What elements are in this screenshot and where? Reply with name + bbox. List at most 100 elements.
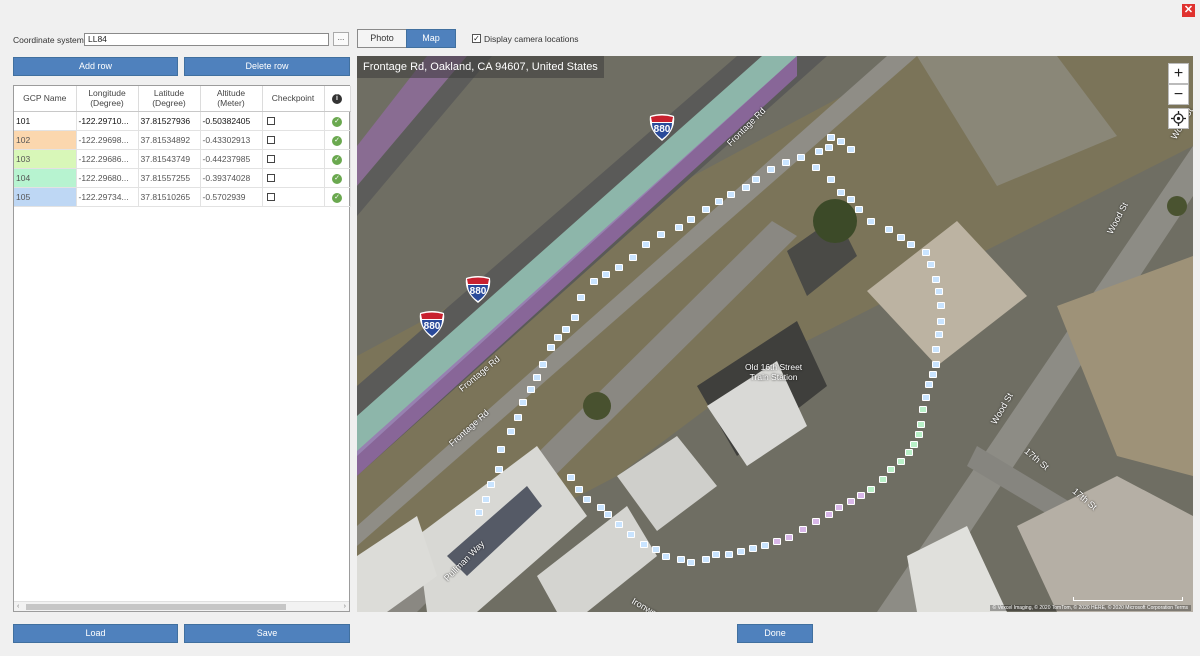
camera-location-icon[interactable] [773,538,781,545]
checkpoint-checkbox[interactable] [266,155,275,164]
gcp-name-cell[interactable]: 103 [14,149,77,169]
camera-location-icon[interactable] [785,534,793,541]
coord-system-field[interactable]: LL84 [84,33,329,46]
checkpoint-cell[interactable] [262,111,325,131]
camera-location-icon[interactable] [837,138,845,145]
camera-location-icon[interactable] [932,276,940,283]
camera-location-icon[interactable] [629,254,637,261]
camera-location-icon[interactable] [915,431,923,438]
scroll-left-icon[interactable]: ‹ [17,602,19,612]
camera-location-icon[interactable] [827,176,835,183]
camera-location-icon[interactable] [590,278,598,285]
camera-location-icon[interactable] [507,428,515,435]
camera-location-icon[interactable] [937,302,945,309]
camera-location-icon[interactable] [677,556,685,563]
camera-location-icon[interactable] [702,206,710,213]
latitude-cell[interactable]: 37.81543749 [138,149,201,169]
zoom-out-button[interactable]: − [1168,84,1189,105]
camera-location-icon[interactable] [925,381,933,388]
load-button[interactable]: Load [13,624,178,643]
map-view[interactable]: 880 880 880 Frontage Rd Frontage Rd Frontage… [357,56,1193,612]
altitude-cell[interactable]: -0.5702939 [200,187,263,207]
col-header-latitude[interactable]: Latitude (Degree) [138,86,201,112]
tab-photo[interactable]: Photo [357,29,407,48]
camera-location-icon[interactable] [847,196,855,203]
close-icon[interactable]: ✕ [1182,4,1195,17]
checkpoint-cell[interactable] [262,130,325,150]
camera-location-icon[interactable] [533,374,541,381]
save-button[interactable]: Save [184,624,350,643]
checkpoint-checkbox[interactable] [266,193,275,202]
camera-location-icon[interactable] [897,234,905,241]
scrollbar-thumb[interactable] [26,604,286,610]
camera-location-icon[interactable] [935,288,943,295]
camera-location-icon[interactable] [583,496,591,503]
camera-location-icon[interactable] [604,511,612,518]
camera-location-icon[interactable] [702,556,710,563]
camera-location-icon[interactable] [725,551,733,558]
camera-location-icon[interactable] [857,492,865,499]
checkpoint-cell[interactable] [262,168,325,188]
camera-location-icon[interactable] [487,481,495,488]
longitude-cell[interactable]: -122.29698... [76,130,139,150]
camera-location-icon[interactable] [615,264,623,271]
camera-location-icon[interactable] [547,344,555,351]
longitude-cell[interactable]: -122.29686... [76,149,139,169]
longitude-cell[interactable]: -122.29734... [76,187,139,207]
camera-location-icon[interactable] [712,551,720,558]
camera-location-icon[interactable] [615,521,623,528]
altitude-cell[interactable]: -0.43302913 [200,130,263,150]
camera-location-icon[interactable] [475,509,483,516]
camera-location-icon[interactable] [562,326,570,333]
delete-row-button[interactable]: Delete row [184,57,350,76]
camera-location-icon[interactable] [812,518,820,525]
camera-location-icon[interactable] [602,271,610,278]
camera-location-icon[interactable] [825,511,833,518]
coord-system-browse-button[interactable]: ... [333,32,349,46]
camera-location-icon[interactable] [627,531,635,538]
done-button[interactable]: Done [737,624,813,643]
camera-location-icon[interactable] [929,371,937,378]
camera-location-icon[interactable] [715,198,723,205]
camera-location-icon[interactable] [539,361,547,368]
tab-map[interactable]: Map [406,29,456,48]
camera-location-icon[interactable] [577,294,585,301]
add-row-button[interactable]: Add row [13,57,178,76]
camera-location-icon[interactable] [922,394,930,401]
display-camera-checkbox[interactable]: ✓ [472,34,481,43]
camera-location-icon[interactable] [827,134,835,141]
camera-location-icon[interactable] [640,541,648,548]
camera-location-icon[interactable] [922,249,930,256]
checkpoint-cell[interactable] [262,149,325,169]
camera-location-icon[interactable] [919,406,927,413]
camera-location-icon[interactable] [514,414,522,421]
aerial-imagery[interactable] [357,56,1193,612]
camera-location-icon[interactable] [554,334,562,341]
gcp-name-cell[interactable]: 105 [14,187,77,207]
latitude-cell[interactable]: 37.81557255 [138,168,201,188]
camera-location-icon[interactable] [887,466,895,473]
camera-location-icon[interactable] [752,176,760,183]
altitude-cell[interactable]: -0.39374028 [200,168,263,188]
gcp-table[interactable]: GCP Name Longitude (Degree) Latitude (De… [13,85,351,612]
camera-location-icon[interactable] [657,231,665,238]
camera-location-icon[interactable] [867,486,875,493]
camera-location-icon[interactable] [761,542,769,549]
camera-location-icon[interactable] [727,191,735,198]
col-header-gcp-name[interactable]: GCP Name [14,86,77,112]
scroll-right-icon[interactable]: › [344,602,346,612]
camera-location-icon[interactable] [927,261,935,268]
camera-location-icon[interactable] [497,446,505,453]
camera-location-icon[interactable] [687,216,695,223]
camera-location-icon[interactable] [932,346,940,353]
table-row[interactable]: 102 -122.29698... 37.81534892 -0.43302913 ✓ [14,130,351,150]
zoom-in-button[interactable]: + [1168,63,1189,84]
gcp-name-cell[interactable]: 102 [14,130,77,150]
checkpoint-checkbox[interactable] [266,136,275,145]
gcp-name-cell[interactable]: 101 [14,111,77,131]
camera-location-icon[interactable] [782,159,790,166]
camera-location-icon[interactable] [495,466,503,473]
altitude-cell[interactable]: -0.44237985 [200,149,263,169]
latitude-cell[interactable]: 37.81534892 [138,130,201,150]
camera-location-icon[interactable] [855,206,863,213]
